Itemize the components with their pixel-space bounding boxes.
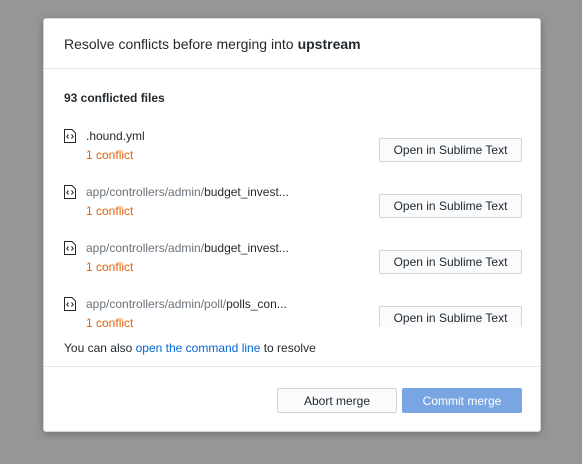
file-name: budget_invest... <box>204 241 289 255</box>
open-in-editor-button[interactable]: Open in Sublime Text <box>379 250 522 274</box>
file-path: app/controllers/admin/poll/polls_con... <box>86 297 287 311</box>
file-path: app/controllers/admin/budget_invest... <box>86 185 289 199</box>
conflicted-files-count: 93 conflicted files <box>64 91 165 105</box>
file-name: budget_invest... <box>204 185 289 199</box>
file-code-icon <box>64 185 76 199</box>
list-item: app/controllers/admin/budget_invest... 1… <box>44 231 540 287</box>
list-item: .hound.yml 1 conflict Open in Sublime Te… <box>44 119 540 175</box>
file-dir: app/controllers/admin/poll/ <box>86 297 227 311</box>
conflicted-file-list[interactable]: .hound.yml 1 conflict Open in Sublime Te… <box>44 119 540 327</box>
file-dir: app/controllers/admin/ <box>86 241 205 255</box>
file-code-icon <box>64 297 76 311</box>
conflict-count: 1 conflict <box>86 260 134 274</box>
dialog-header: Resolve conflicts before merging into up… <box>44 19 540 69</box>
hint-prefix: You can also <box>64 341 133 355</box>
conflict-count: 1 conflict <box>86 204 134 218</box>
open-in-editor-button[interactable]: Open in Sublime Text <box>379 194 522 218</box>
abort-merge-button[interactable]: Abort merge <box>277 388 397 413</box>
command-line-hint: You can also open the command line to re… <box>64 341 316 355</box>
list-item: app/controllers/admin/poll/polls_con... … <box>44 287 540 327</box>
conflict-count: 1 conflict <box>86 316 134 327</box>
open-command-line-link[interactable]: open the command line <box>136 341 261 355</box>
file-path: app/controllers/admin/budget_invest... <box>86 241 289 255</box>
commit-merge-button[interactable]: Commit merge <box>402 388 522 413</box>
file-path: .hound.yml <box>86 129 145 143</box>
file-dir: app/controllers/admin/ <box>86 185 205 199</box>
list-item: app/controllers/admin/budget_invest... 1… <box>44 175 540 231</box>
dialog-footer-divider <box>44 366 540 367</box>
file-code-icon <box>64 129 76 143</box>
dialog-title: Resolve conflicts before merging into <box>64 35 294 52</box>
resolve-conflicts-dialog: Resolve conflicts before merging into up… <box>43 18 541 432</box>
branch-name: upstream <box>297 35 361 52</box>
open-in-editor-button[interactable]: Open in Sublime Text <box>379 138 522 162</box>
conflict-count: 1 conflict <box>86 148 134 162</box>
hint-suffix: to resolve <box>263 341 316 355</box>
file-name: .hound.yml <box>86 129 145 143</box>
file-name: polls_con... <box>226 297 287 311</box>
file-code-icon <box>64 241 76 255</box>
open-in-editor-button[interactable]: Open in Sublime Text <box>379 306 522 327</box>
